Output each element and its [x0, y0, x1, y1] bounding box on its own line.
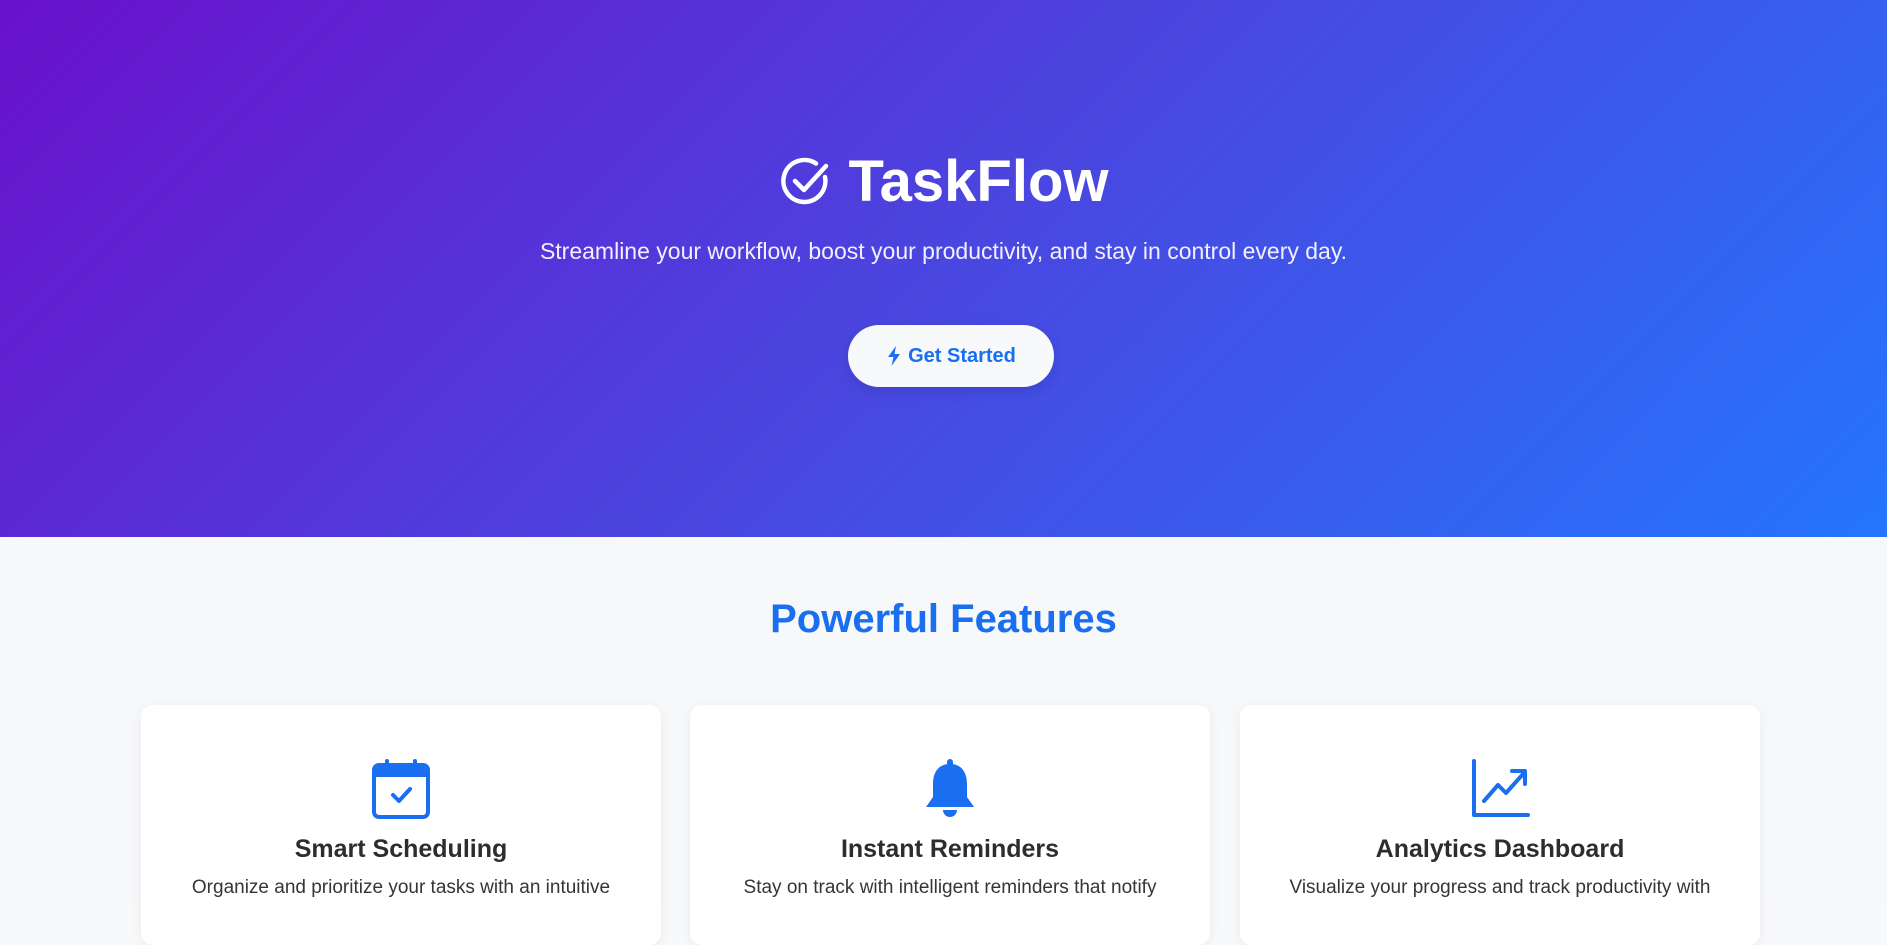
- app-title: TaskFlow: [848, 149, 1109, 214]
- feature-card-scheduling: Smart Scheduling Organize and prioritize…: [141, 705, 661, 945]
- calendar-check-icon: [141, 759, 661, 819]
- feature-title: Analytics Dashboard: [1375, 835, 1625, 863]
- hero-title-row: TaskFlow: [0, 148, 1887, 216]
- feature-card-reminders: Instant Reminders Stay on track with int…: [690, 705, 1210, 945]
- feature-description: Stay on track with intelligent reminders…: [743, 877, 1157, 898]
- get-started-button[interactable]: Get Started: [848, 325, 1054, 387]
- features-heading: Powerful Features: [770, 597, 1117, 641]
- chart-line-icon: [1240, 759, 1760, 819]
- bell-icon: [690, 759, 1210, 819]
- check-circle-icon: [779, 155, 833, 209]
- lightning-bolt-icon: [886, 346, 902, 366]
- feature-description: Visualize your progress and track produc…: [1289, 877, 1711, 898]
- feature-title: Smart Scheduling: [294, 835, 508, 863]
- get-started-label: Get Started: [908, 344, 1016, 367]
- hero-section: TaskFlow Streamline your workflow, boost…: [0, 0, 1887, 537]
- feature-title: Instant Reminders: [840, 835, 1060, 863]
- hero-tagline: Streamline your workflow, boost your pro…: [539, 238, 1348, 264]
- feature-card-analytics: Analytics Dashboard Visualize your progr…: [1240, 705, 1760, 945]
- feature-description: Organize and prioritize your tasks with …: [191, 877, 611, 898]
- features-section: Powerful Features Smart Scheduling Organ…: [0, 537, 1887, 945]
